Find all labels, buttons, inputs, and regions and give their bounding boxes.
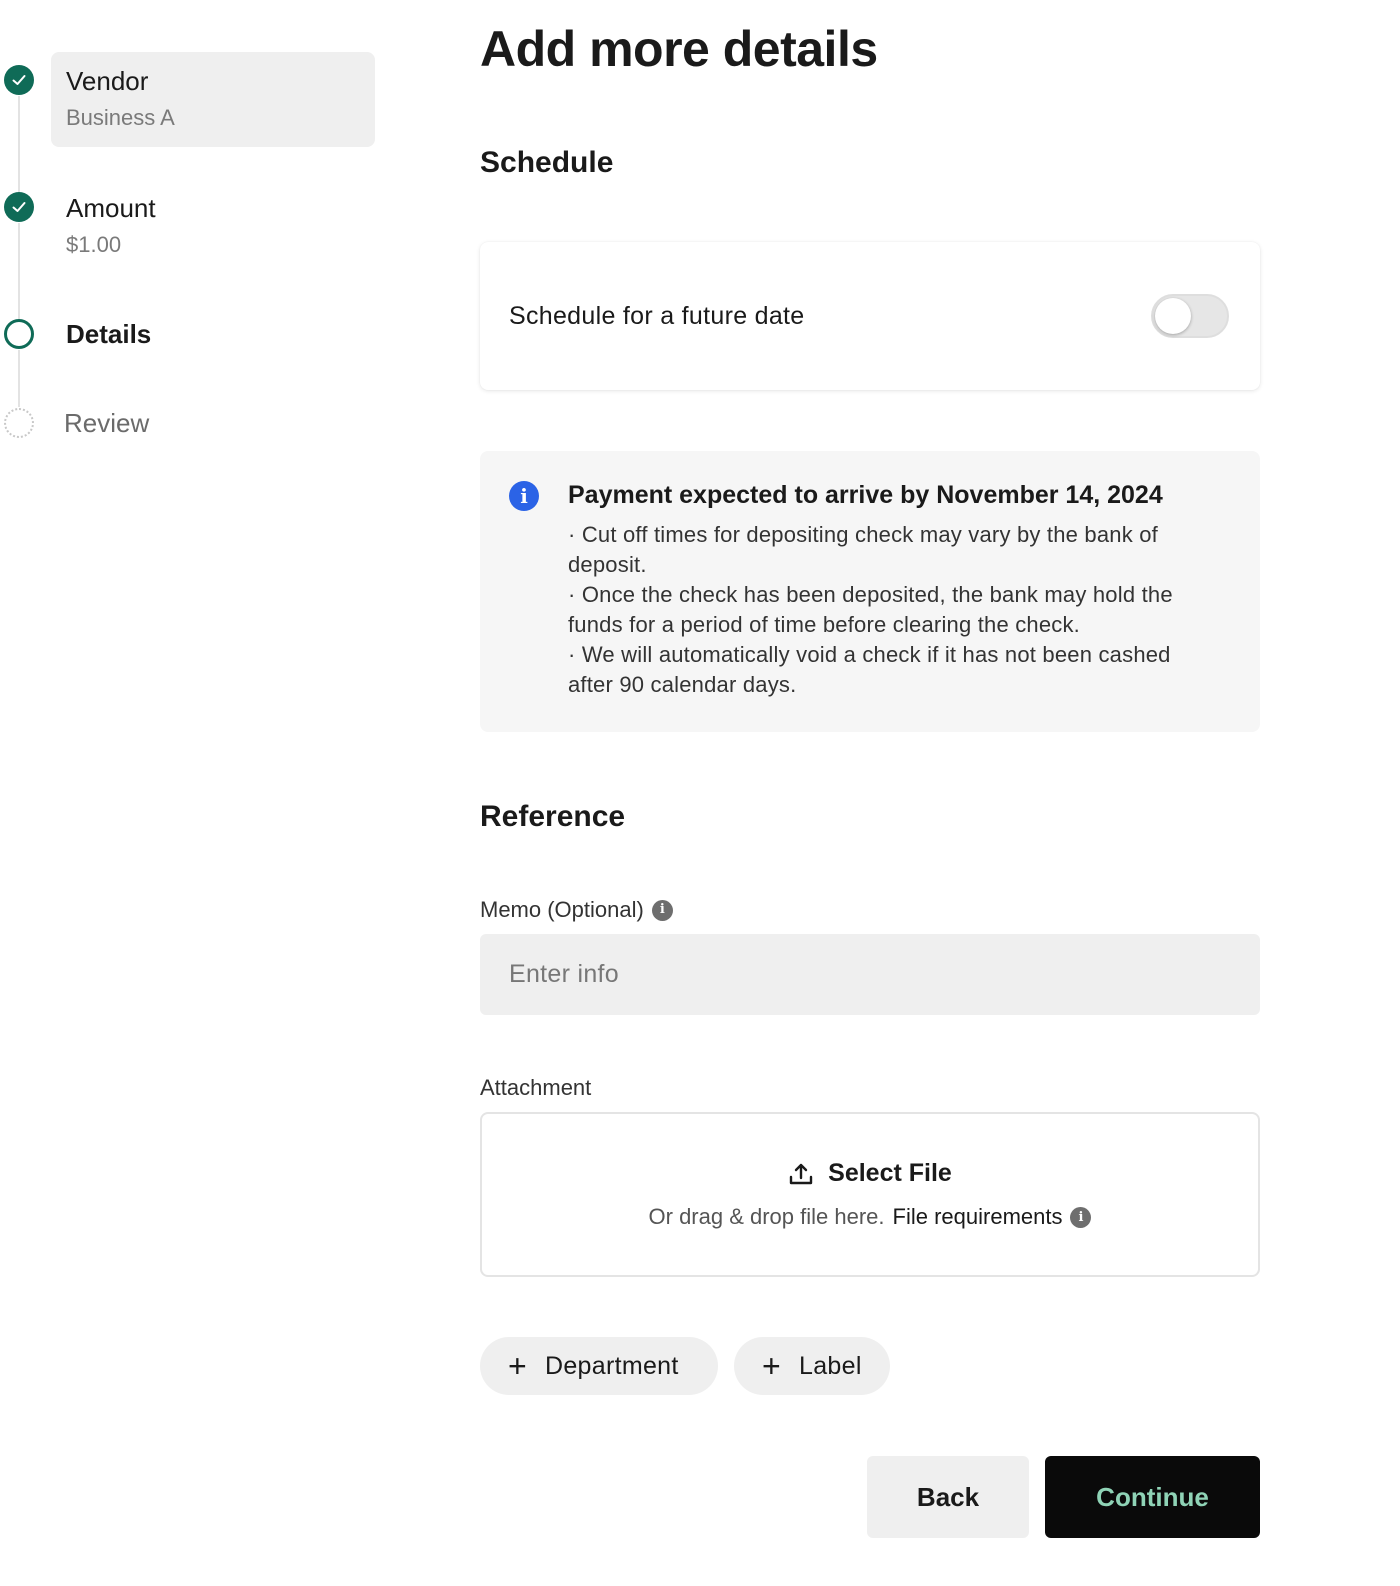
check-icon (4, 192, 34, 222)
reference-heading: Reference (480, 800, 626, 833)
toggle-knob (1155, 298, 1191, 334)
back-button[interactable]: Back (867, 1456, 1029, 1538)
step-review: Review (49, 394, 373, 454)
continue-button[interactable]: Continue (1045, 1456, 1260, 1538)
info-line: · We will automatically void a check if … (568, 642, 1171, 697)
step-title: Vendor (66, 66, 149, 96)
select-file-label: Select File (828, 1159, 952, 1187)
progress-stepper: Vendor Business A Amount $1.00 Details R… (0, 0, 390, 460)
memo-label: Memo (Optional) i (480, 895, 673, 925)
schedule-heading: Schedule (480, 146, 614, 179)
step-connector (18, 350, 20, 407)
drop-instructions: Or drag & drop file here. File requireme… (649, 1204, 1092, 1230)
attachment-dropzone[interactable]: Select File Or drag & drop file here. Fi… (480, 1112, 1260, 1277)
info-line: · Once the check has been deposited, the… (568, 582, 1173, 637)
step-connector (18, 223, 20, 319)
step-title: Amount (66, 193, 156, 223)
step-title: Review (64, 408, 150, 438)
step-amount[interactable]: Amount $1.00 (51, 179, 375, 274)
page-title: Add more details (480, 21, 878, 77)
add-label-button[interactable]: + Label (734, 1337, 890, 1395)
select-file-button[interactable]: Select File (788, 1159, 952, 1188)
step-vendor[interactable]: Vendor Business A (51, 52, 375, 147)
step-subtitle: Business A (66, 105, 175, 130)
add-department-button[interactable]: + Department (480, 1337, 718, 1395)
step-subtitle: $1.00 (66, 232, 122, 257)
memo-label-text: Memo (Optional) (480, 897, 644, 922)
step-details: Details (51, 305, 375, 365)
schedule-card: Schedule for a future date (480, 242, 1260, 390)
schedule-toggle[interactable] (1151, 294, 1229, 338)
info-line: · Cut off times for depositing check may… (568, 522, 1158, 577)
payment-arrival-title: Payment expected to arrive by November 1… (568, 481, 1163, 509)
page: Vendor Business A Amount $1.00 Details R… (0, 0, 1400, 1586)
current-step-icon (4, 319, 34, 349)
info-icon: i (509, 481, 539, 511)
attachment-label-text: Attachment (480, 1075, 592, 1100)
chip-label: Department (545, 1351, 679, 1380)
step-title: Details (66, 319, 152, 349)
chip-label: Label (799, 1351, 862, 1380)
pending-step-icon (4, 408, 34, 438)
attachment-label: Attachment (480, 1073, 591, 1103)
schedule-toggle-label: Schedule for a future date (509, 301, 805, 330)
info-icon[interactable]: i (1070, 1206, 1092, 1228)
file-requirements-link[interactable]: File requirements (893, 1204, 1063, 1230)
info-icon[interactable]: i (651, 899, 673, 921)
plus-icon: + (508, 1348, 527, 1384)
step-connector (18, 96, 20, 192)
upload-icon (789, 1163, 813, 1184)
payment-info-box: i Payment expected to arrive by November… (480, 451, 1260, 732)
plus-icon: + (762, 1348, 781, 1384)
memo-input[interactable] (480, 934, 1260, 1015)
check-icon (4, 65, 34, 95)
drop-text: Or drag & drop file here. (648, 1204, 885, 1229)
